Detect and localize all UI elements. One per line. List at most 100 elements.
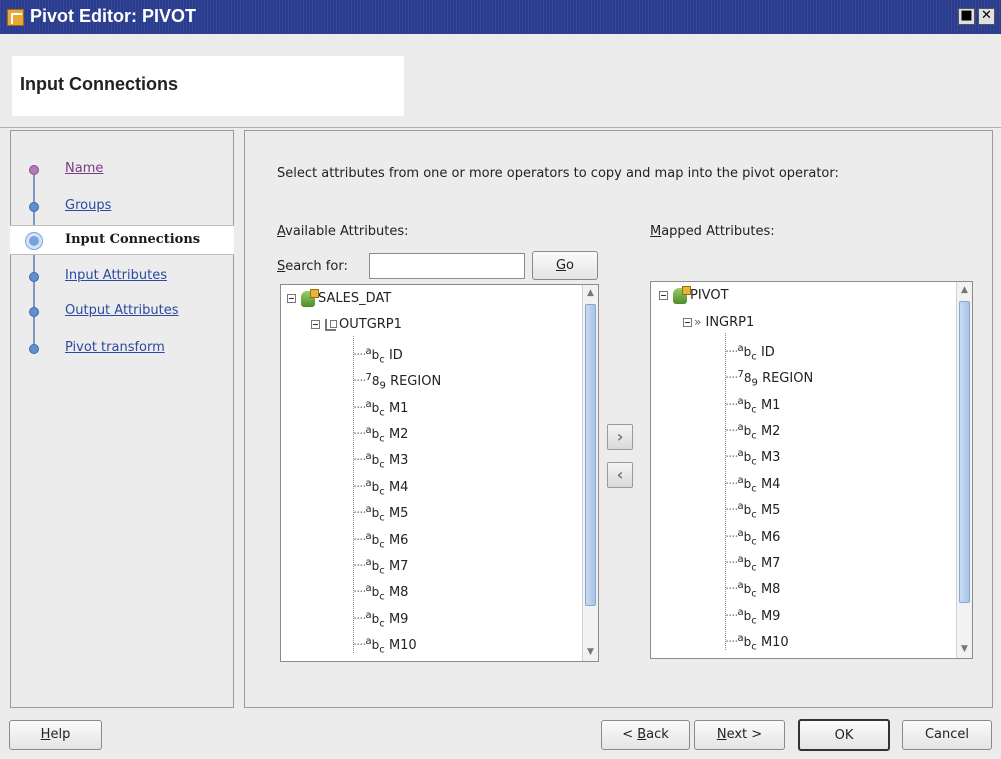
- text-type-icon: abc: [737, 422, 757, 442]
- tree-attribute-node[interactable]: ····abc M2: [353, 421, 408, 444]
- tree-attribute-node[interactable]: ····abc M10: [725, 629, 789, 652]
- ok-button[interactable]: OK: [798, 719, 890, 751]
- available-attributes-tree[interactable]: ▲ ▼ SALES_DAT OUTGRP1 ····abc ID ····789 RE…: [280, 284, 599, 662]
- scroll-down-icon[interactable]: ▼: [583, 645, 598, 660]
- tree-connector: ····: [353, 347, 366, 363]
- step-label: Input Connections: [65, 232, 201, 247]
- scroll-down-icon[interactable]: ▼: [957, 642, 972, 657]
- step-item[interactable]: Output Attributes: [10, 297, 234, 327]
- mapped-attributes-tree[interactable]: ▲ ▼ PIVOT » INGRP1 ····abc ID ····789 REGIO…: [650, 281, 973, 659]
- chevron-right-icon: ›: [616, 427, 624, 446]
- attribute-label: M7: [388, 559, 409, 574]
- step-item[interactable]: Name: [10, 155, 234, 185]
- help-mnemonic: H: [40, 727, 51, 742]
- tree-attribute-node[interactable]: ····abc M10: [353, 632, 417, 655]
- tree-attribute-node[interactable]: ····abc M5: [725, 497, 780, 520]
- tree-attribute-node[interactable]: ····abc M1: [353, 395, 408, 418]
- tree-attribute-node[interactable]: ····789 REGION: [725, 365, 813, 388]
- step-indicator-icon: [26, 233, 42, 249]
- tree-connector: ····: [353, 479, 366, 495]
- text-type-icon: abc: [737, 580, 757, 600]
- instruction-text: Select attributes from one or more opera…: [277, 166, 839, 181]
- tree-attribute-node[interactable]: ····abc M5: [353, 500, 409, 523]
- cancel-button[interactable]: Cancel: [902, 720, 992, 750]
- mapped-label-text: apped Attributes:: [661, 224, 775, 239]
- step-item[interactable]: Input Connections: [10, 225, 234, 255]
- remove-attribute-button[interactable]: ‹: [607, 462, 633, 488]
- attribute-label: M9: [760, 608, 781, 624]
- attribute-label: M2: [760, 424, 781, 439]
- step-label: Output Attributes: [65, 303, 179, 318]
- tree-attribute-node[interactable]: ····abc M9: [353, 606, 408, 630]
- attribute-label: M5: [388, 506, 409, 522]
- step-label: Input Attributes: [65, 268, 167, 283]
- attribute-label: M3: [388, 453, 409, 469]
- tree-root-node[interactable]: SALES_DAT: [287, 288, 391, 309]
- header-band: Input Connections: [0, 34, 1001, 128]
- tree-attribute-node[interactable]: ····abc M6: [725, 524, 780, 547]
- tree-attribute-node[interactable]: ····abc M7: [725, 550, 780, 573]
- tree-attribute-node[interactable]: ····abc M7: [353, 553, 409, 576]
- pivot-editor-icon: [7, 9, 24, 26]
- go-button[interactable]: Go: [532, 251, 598, 280]
- tree-attribute-node[interactable]: ····abc M3: [725, 444, 781, 468]
- restore-button[interactable]: ■: [958, 8, 975, 25]
- tree-attribute-node[interactable]: ····abc M3: [353, 447, 409, 471]
- step-item[interactable]: Pivot transform: [10, 334, 234, 364]
- tree-group-node[interactable]: » INGRP1: [683, 312, 754, 332]
- attribute-label: M8: [388, 585, 409, 601]
- operator-icon: [301, 288, 319, 307]
- text-type-icon: abc: [737, 448, 757, 468]
- step-indicator-icon: [29, 344, 39, 354]
- step-indicator-icon: [29, 307, 39, 317]
- tree-attribute-node[interactable]: ····789 REGION: [353, 368, 441, 391]
- go-mnemonic: G: [555, 258, 567, 273]
- step-label: Name: [65, 161, 104, 176]
- tree-attribute-node[interactable]: ····abc M2: [725, 418, 781, 442]
- operator-icon: [673, 285, 691, 304]
- add-attribute-button[interactable]: ›: [607, 424, 633, 450]
- available-tree-scrollbar[interactable]: ▲ ▼: [582, 285, 598, 661]
- collapse-icon[interactable]: [287, 294, 296, 303]
- tree-attribute-node[interactable]: ····abc M6: [353, 527, 408, 550]
- tree-attribute-node[interactable]: ····abc M4: [353, 474, 408, 497]
- step-item[interactable]: Input Attributes: [10, 262, 234, 292]
- attribute-label: M3: [760, 450, 781, 466]
- scroll-up-icon[interactable]: ▲: [957, 283, 972, 298]
- available-tree-scroll-thumb[interactable]: [585, 304, 596, 606]
- tree-connector: ····: [725, 556, 738, 571]
- available-label-mnemonic: A: [277, 224, 286, 239]
- page-title: Input Connections: [20, 74, 178, 94]
- mapped-tree-scroll-thumb[interactable]: [959, 301, 970, 603]
- tree-attribute-node[interactable]: ····abc M9: [725, 603, 781, 626]
- search-label: Search for:: [277, 259, 348, 274]
- tree-attribute-node[interactable]: ····abc M1: [725, 392, 780, 415]
- tree-attribute-node[interactable]: ····abc ID: [725, 339, 775, 362]
- tree-attribute-node[interactable]: ····abc M8: [353, 579, 409, 602]
- mapped-tree-scrollbar[interactable]: ▲ ▼: [956, 282, 972, 658]
- back-button[interactable]: < Back: [601, 720, 690, 750]
- tree-group-label: INGRP1: [705, 315, 755, 331]
- text-type-icon: abc: [365, 451, 385, 471]
- tree-connector: ····: [725, 397, 738, 413]
- collapse-icon[interactable]: [683, 318, 692, 328]
- tree-root-node[interactable]: PIVOT: [659, 285, 729, 306]
- tree-attribute-node[interactable]: ····abc M8: [725, 576, 780, 600]
- go-text: o: [566, 258, 575, 273]
- step-item[interactable]: Groups: [10, 192, 234, 222]
- close-button[interactable]: ✕: [978, 8, 995, 25]
- back-mnemonic: B: [637, 727, 647, 742]
- collapse-icon[interactable]: [311, 320, 320, 330]
- text-type-icon: abc: [737, 474, 757, 495]
- scroll-up-icon[interactable]: ▲: [583, 286, 598, 301]
- tree-attribute-node[interactable]: ····abc M4: [725, 471, 780, 495]
- help-button[interactable]: Help: [9, 720, 102, 750]
- search-input[interactable]: [369, 253, 525, 279]
- tree-attribute-node[interactable]: ····abc ID: [353, 342, 403, 365]
- step-indicator-icon: [29, 165, 39, 175]
- text-type-icon: abc: [365, 609, 385, 630]
- tree-group-node[interactable]: OUTGRP1: [311, 315, 402, 335]
- collapse-icon[interactable]: [659, 291, 668, 300]
- next-button[interactable]: Next >: [694, 720, 785, 750]
- step-label: Pivot transform: [65, 340, 165, 355]
